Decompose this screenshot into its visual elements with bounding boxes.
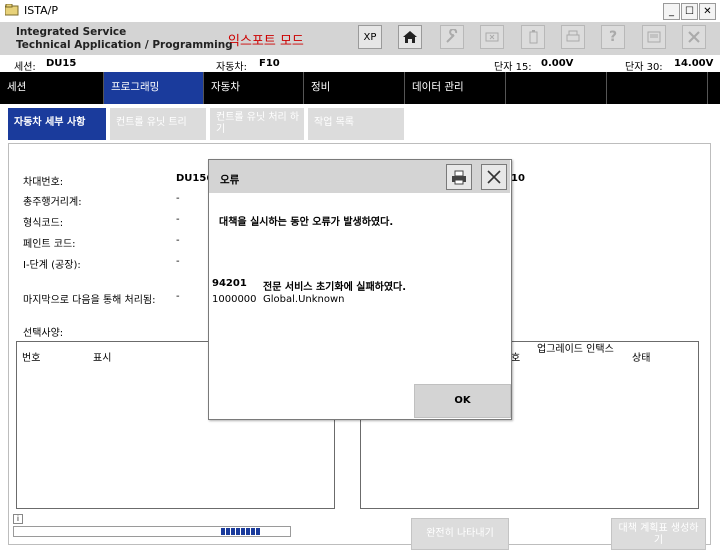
nav-item-label: 프로그래밍 (111, 81, 160, 93)
tab-label: 작업 목록 (314, 117, 354, 128)
terminal30-value: 14.00V (674, 58, 714, 69)
terminal30-label: 단자 30: (625, 62, 663, 73)
nav-item-programming[interactable]: 프로그래밍 (104, 72, 204, 104)
nav-item-label: 자동차 (211, 81, 240, 93)
col-header-status[interactable]: 상태 (632, 349, 650, 364)
title-bar (0, 0, 720, 23)
session-label: 세션: (14, 62, 36, 73)
tab-label: 컨트롤 유닛 트리 (116, 117, 187, 128)
nav-item-label: 데이터 관리 (412, 81, 464, 93)
help-button[interactable]: ? (601, 25, 625, 49)
vehicle-label: 자동차: (216, 62, 247, 73)
progress-block (251, 528, 255, 535)
window-icon (647, 31, 661, 43)
close-x-icon (688, 31, 700, 43)
tab-label: 컨트롤 유닛 처리 하기 (216, 112, 300, 135)
error-text: Global.Unknown (263, 294, 345, 305)
error-text: 전문 서비스 초기화에 실패하였다. (263, 282, 407, 293)
home-button[interactable] (398, 25, 422, 49)
wrench-icon (446, 29, 458, 43)
printer-icon (452, 170, 466, 185)
progress-block (231, 528, 235, 535)
mileage-value: - (176, 193, 180, 204)
right-detail-value: 10 (511, 173, 525, 184)
minimize-icon[interactable]: _ (663, 3, 680, 20)
header-line2: Technical Application / Programming (16, 39, 233, 51)
col-header-number[interactable]: 번호 (22, 349, 40, 364)
col-header-number-right[interactable]: 호 (511, 349, 520, 364)
tab-work-list[interactable]: 작업 목록 (308, 108, 404, 140)
nav-item-empty (607, 72, 708, 104)
type-code-value: - (176, 214, 180, 225)
last-processed-label: 마지막으로 다음을 통해 처리됨: (23, 295, 156, 306)
options-label: 선택사양: (23, 328, 64, 339)
create-plan-button[interactable]: 대책 계획표 생성하기 (611, 518, 706, 550)
app-icon (4, 3, 19, 16)
tab-control-unit-processing[interactable]: 컨트롤 유닛 처리 하기 (210, 108, 304, 140)
vehicle-value: F10 (259, 58, 280, 69)
terminal15-value: 0.00V (541, 58, 574, 69)
tab-label: 자동차 세부 사항 (14, 117, 86, 128)
nav-item-empty (506, 72, 607, 104)
istage-value: - (176, 256, 180, 267)
export-mode-label: 익스포트 모드 (228, 34, 304, 49)
battery-icon (529, 30, 538, 44)
dialog-close-button[interactable] (481, 164, 507, 190)
progress-block (236, 528, 240, 535)
dialog-message: 대책을 실시하는 동안 오류가 발생하였다. (219, 217, 394, 228)
nav-item-label: 정비 (311, 81, 331, 93)
info-icon: i (13, 514, 23, 524)
paint-code-label: 페인트 코드: (23, 239, 76, 250)
print-button[interactable] (561, 25, 585, 49)
screen-button[interactable] (480, 25, 504, 49)
window-title: ISTA/P (24, 4, 58, 17)
last-processed-value: - (176, 291, 180, 302)
tab-vehicle-details[interactable]: 자동차 세부 사항 (8, 108, 106, 140)
nav-item-label: 세션 (7, 81, 27, 93)
type-code-label: 형식코드: (23, 218, 64, 229)
window-button[interactable] (642, 25, 666, 49)
dialog-print-button[interactable] (446, 164, 472, 190)
exit-button[interactable] (682, 25, 706, 49)
printer-icon (566, 30, 580, 42)
session-value: DU15 (46, 58, 77, 69)
istage-label: I-단계 (공장): (23, 260, 81, 271)
chassis-label: 차대번호: (23, 177, 64, 188)
col-header-display[interactable]: 표시 (93, 349, 111, 364)
dialog-title: 오류 (220, 174, 240, 186)
xp-button[interactable]: XP (358, 25, 382, 49)
battery-button[interactable] (521, 25, 545, 49)
wrench-button[interactable] (440, 25, 464, 49)
nav-item-data-management[interactable]: 데이터 관리 (405, 72, 506, 104)
nav-item-session[interactable]: 세션 (0, 72, 104, 104)
paint-code-value: - (176, 235, 180, 246)
help-icon: ? (608, 29, 618, 45)
status-bar (0, 55, 720, 73)
nav-item-vehicle[interactable]: 자동차 (204, 72, 304, 104)
progress-block (256, 528, 260, 535)
error-code: 94201 (212, 278, 247, 289)
header-line1: Integrated Service (16, 26, 127, 38)
error-code: 1000000 (212, 294, 257, 305)
mileage-label: 총주행거리계: (23, 197, 82, 208)
progress-block (246, 528, 250, 535)
maximize-icon[interactable]: ☐ (681, 3, 698, 20)
progress-block (226, 528, 230, 535)
progress-block (241, 528, 245, 535)
nav-item-service[interactable]: 정비 (304, 72, 405, 104)
close-icon (487, 170, 501, 184)
screen-icon (485, 32, 499, 42)
xp-label: XP (363, 31, 377, 43)
close-icon[interactable]: ✕ (699, 3, 716, 20)
tab-control-unit-tree[interactable]: 컨트롤 유닛 트리 (110, 108, 206, 140)
home-icon (403, 31, 417, 43)
show-all-button[interactable]: 완전히 나타내기 (411, 518, 509, 550)
col-header-upgrade-index[interactable]: 업그레이드 인택스 (537, 344, 627, 356)
ok-button[interactable]: OK (414, 384, 511, 418)
terminal15-label: 단자 15: (494, 62, 532, 73)
progress-block (221, 528, 225, 535)
